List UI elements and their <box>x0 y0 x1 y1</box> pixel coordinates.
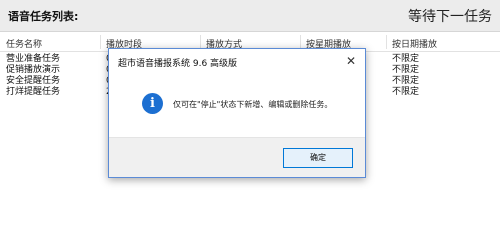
date-limit-cell: 不限定 <box>392 65 420 75</box>
column-divider[interactable] <box>386 35 387 49</box>
close-icon[interactable]: ✕ <box>337 49 365 73</box>
task-name-cell: 安全提醒任务 <box>6 76 61 86</box>
date-limit-cell: 不限定 <box>392 76 420 86</box>
dialog-titlebar[interactable]: 超市语音播报系统 9.6 高级版 ✕ <box>109 49 365 73</box>
column-divider[interactable] <box>100 35 101 49</box>
date-limit-cell: 不限定 <box>392 87 420 97</box>
dialog-footer: 确定 <box>109 137 365 177</box>
task-name-cell: 促销播放演示 <box>6 65 61 75</box>
dialog-body: i 仅可在"停止"状态下新增、编辑或删除任务。 <box>109 73 365 137</box>
task-name-cell: 营业准备任务 <box>6 54 61 64</box>
dialog-message: 仅可在"停止"状态下新增、编辑或删除任务。 <box>173 100 333 109</box>
column-divider[interactable] <box>300 35 301 49</box>
task-list-header: 语音任务列表: 等待下一任务 <box>0 0 500 32</box>
info-dialog: 超市语音播报系统 9.6 高级版 ✕ i 仅可在"停止"状态下新增、编辑或删除任… <box>108 48 366 178</box>
column-divider[interactable] <box>200 35 201 49</box>
info-icon: i <box>142 93 163 114</box>
column-header-task-name[interactable]: 任务名称 <box>6 37 42 50</box>
playback-status: 等待下一任务 <box>408 9 492 25</box>
date-limit-cell: 不限定 <box>392 54 420 64</box>
task-name-cell: 打烊提醒任务 <box>6 87 61 97</box>
task-list-title: 语音任务列表: <box>8 10 79 23</box>
ok-button[interactable]: 确定 <box>283 148 353 168</box>
dialog-title: 超市语音播报系统 9.6 高级版 <box>118 59 238 69</box>
column-header-by-date[interactable]: 按日期播放 <box>392 37 437 50</box>
